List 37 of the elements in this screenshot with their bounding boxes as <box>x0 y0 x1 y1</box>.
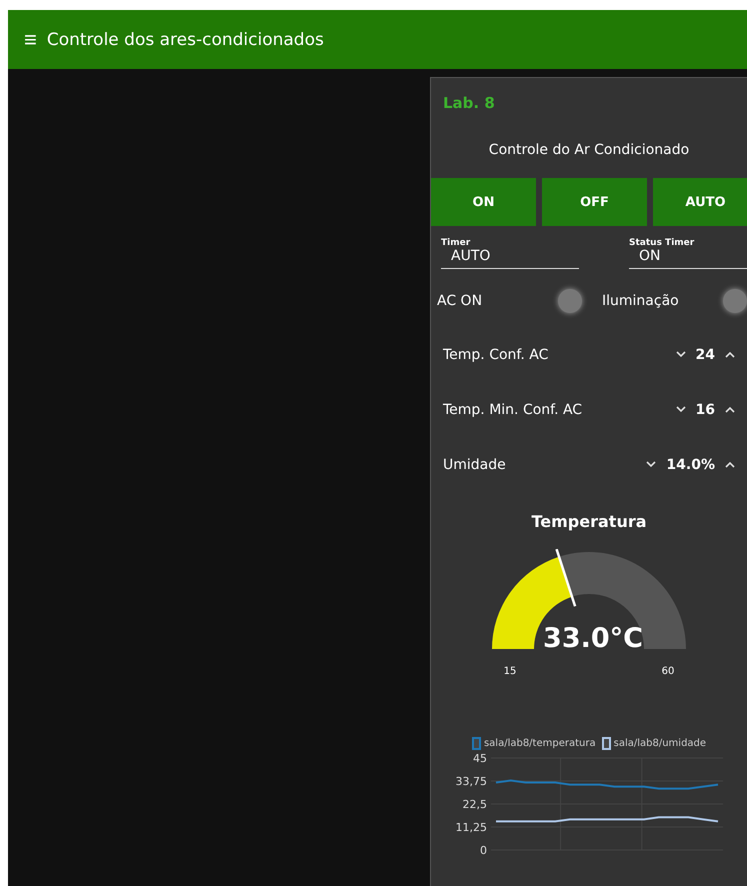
section-title: Controle do Ar Condicionado <box>488 142 690 158</box>
chevron-down-icon <box>646 461 656 468</box>
gauge-min: 15 <box>504 666 516 677</box>
gauge-needle <box>555 549 576 607</box>
chevron-down-icon <box>676 406 686 413</box>
mode-button[interactable]: ON <box>431 178 536 226</box>
legend-item: sala/lab8/temperatura <box>472 737 596 750</box>
numeric-value: 14.0% <box>665 456 716 472</box>
legend-label: sala/lab8/umidade <box>614 738 706 749</box>
numeric-value: 16 <box>694 402 716 418</box>
numeric-label: Temp. Min. Conf. AC <box>443 402 584 418</box>
chevron-down-icon <box>676 351 686 358</box>
y-tick-label: 0 <box>480 844 487 857</box>
legend-label: sala/lab8/temperatura <box>484 738 596 749</box>
indicator-label: Iluminação <box>602 293 679 309</box>
y-tick-label: 45 <box>473 752 487 765</box>
chevron-up-icon <box>725 461 735 468</box>
numeric-label: Umidade <box>443 456 507 472</box>
y-tick-label: 11,25 <box>456 821 487 834</box>
text-field[interactable]: Timer AUTO <box>441 238 579 269</box>
chevron-up-icon <box>725 406 735 413</box>
menu-button[interactable]: ≡ <box>24 28 37 50</box>
numeric-label: Temp. Conf. AC <box>443 346 550 362</box>
chevron-up-icon <box>725 351 735 358</box>
y-tick-label: 33,75 <box>456 775 487 788</box>
indicator-label: AC ON <box>437 293 482 309</box>
mode-button[interactable]: AUTO <box>653 178 747 226</box>
text-field[interactable]: Status Timer ON <box>629 238 747 269</box>
gauge-title: Temperatura <box>530 512 648 531</box>
gauge-value: 33.0°C <box>543 623 643 654</box>
mode-button[interactable]: OFF <box>542 178 647 226</box>
app-title: Controle dos ares-condicionados <box>46 30 324 50</box>
legend-item: sala/lab8/umidade <box>602 737 706 750</box>
y-tick-label: 22,5 <box>462 798 487 811</box>
group-title: Lab. 8 <box>442 93 496 112</box>
gauge-max: 60 <box>662 666 674 677</box>
numeric-value: 24 <box>694 346 716 362</box>
